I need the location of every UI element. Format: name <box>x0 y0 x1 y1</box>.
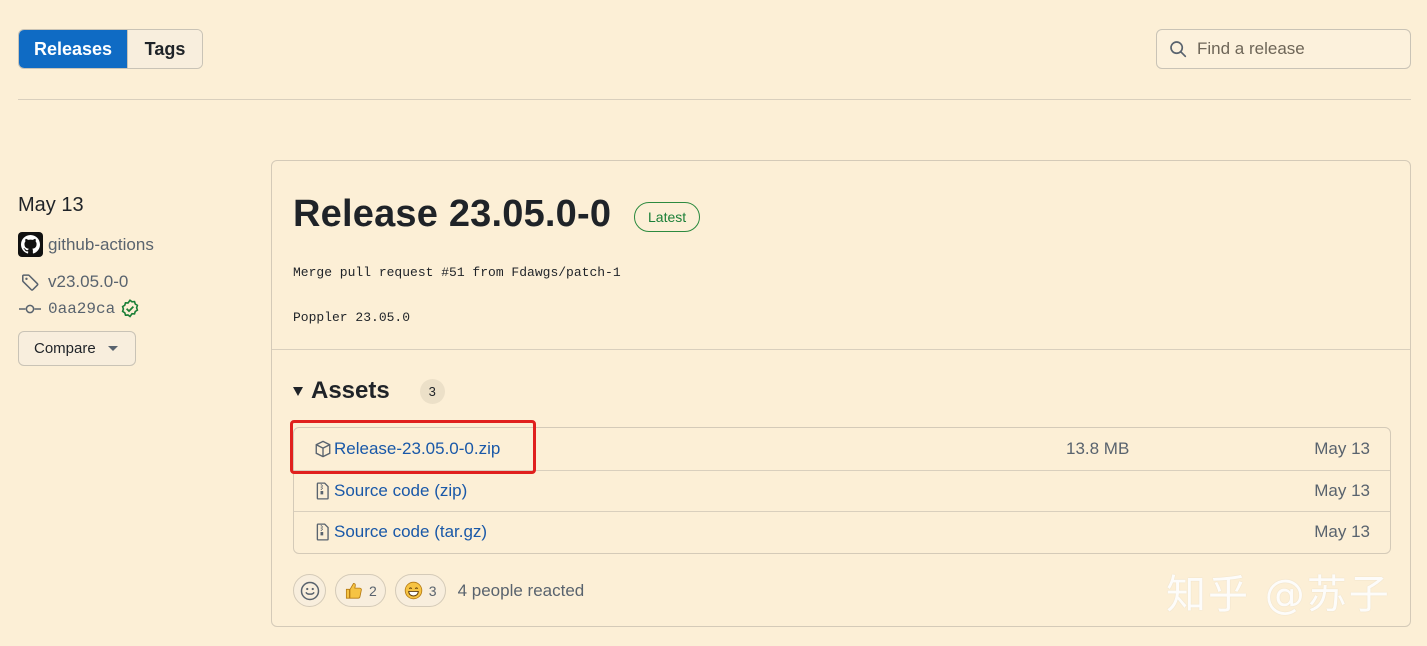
asset-download-link[interactable]: Source code (tar.gz) <box>334 522 487 542</box>
asset-size: 13.8 MB <box>1066 438 1130 458</box>
latest-badge: Latest <box>634 202 701 232</box>
grin-count: 3 <box>428 582 437 599</box>
release-tabs: Releases Tags <box>18 29 203 69</box>
grinning-face-icon <box>404 581 423 600</box>
release-notes-line: Merge pull request #51 from Fdawgs/patch… <box>293 265 621 280</box>
package-icon <box>315 440 331 457</box>
tab-releases[interactable]: Releases <box>19 30 127 68</box>
asset-date: May 13 <box>1314 438 1370 458</box>
author-name[interactable]: github-actions <box>48 235 154 255</box>
github-icon <box>21 235 40 254</box>
asset-ext: (zip) <box>434 481 468 500</box>
avatar <box>18 232 43 257</box>
asset-name: Source code <box>334 481 430 500</box>
release-notes-line: Poppler 23.05.0 <box>293 310 411 325</box>
file-zip-icon <box>316 482 329 500</box>
compare-label: Compare <box>34 340 96 357</box>
release-commit[interactable]: 0aa29ca <box>18 297 140 321</box>
asset-ext: (tar.gz) <box>434 522 488 541</box>
triangle-down-icon <box>293 386 303 396</box>
asset-name: Release-23.05.0-0.zip <box>334 438 501 458</box>
commit-sha[interactable]: 0aa29ca <box>48 300 115 318</box>
file-zip-icon <box>316 523 329 541</box>
release-tag[interactable]: v23.05.0-0 <box>18 270 128 294</box>
asset-name: Source code <box>334 522 430 541</box>
search-icon <box>1170 41 1187 58</box>
asset-row: Source code (zip) May 13 <box>294 470 1390 511</box>
header-divider <box>18 99 1411 100</box>
release-author[interactable]: github-actions <box>18 232 154 257</box>
tag-icon <box>18 270 42 294</box>
release-title[interactable]: Release 23.05.0-0 <box>293 193 611 236</box>
asset-download-link[interactable]: Source code (zip) <box>334 481 467 501</box>
thumbs-up-reaction[interactable]: 2 <box>335 574 386 607</box>
verified-check-icon <box>121 299 139 318</box>
compare-button[interactable]: Compare <box>18 331 136 366</box>
commit-icon <box>18 297 42 321</box>
tag-name[interactable]: v23.05.0-0 <box>48 272 128 292</box>
watermark: 知乎 @苏子 <box>1166 572 1391 618</box>
release-date: May 13 <box>18 194 84 216</box>
assets-count-badge: 3 <box>419 378 445 404</box>
assets-list: Release-23.05.0-0.zip 13.8 MB May 13 Sou… <box>293 427 1391 554</box>
asset-row: Release-23.05.0-0.zip 13.8 MB May 13 <box>294 428 1390 469</box>
search-input[interactable] <box>1197 39 1397 59</box>
release-card: Release 23.05.0-0 Latest Merge pull requ… <box>271 160 1411 627</box>
asset-date: May 13 <box>1314 522 1370 541</box>
reactions-summary: 4 people reacted <box>457 580 585 600</box>
smiley-icon <box>300 581 319 600</box>
thumbs-up-icon <box>345 582 362 599</box>
card-divider <box>272 349 1410 350</box>
release-search[interactable] <box>1156 29 1411 69</box>
assets-toggle[interactable]: Assets 3 <box>293 377 445 405</box>
assets-heading: Assets <box>311 377 390 404</box>
thumbs-up-count: 2 <box>369 582 377 599</box>
asset-row: Source code (tar.gz) May 13 <box>294 511 1390 552</box>
add-reaction-button[interactable] <box>293 574 326 607</box>
chevron-down-icon <box>107 346 118 351</box>
grin-reaction[interactable]: 3 <box>394 574 446 607</box>
asset-download-link[interactable]: Release-23.05.0-0.zip <box>334 439 500 459</box>
tab-tags[interactable]: Tags <box>127 30 202 68</box>
asset-date: May 13 <box>1314 481 1370 500</box>
reactions-bar: 2 3 4 people reacted <box>293 574 584 607</box>
